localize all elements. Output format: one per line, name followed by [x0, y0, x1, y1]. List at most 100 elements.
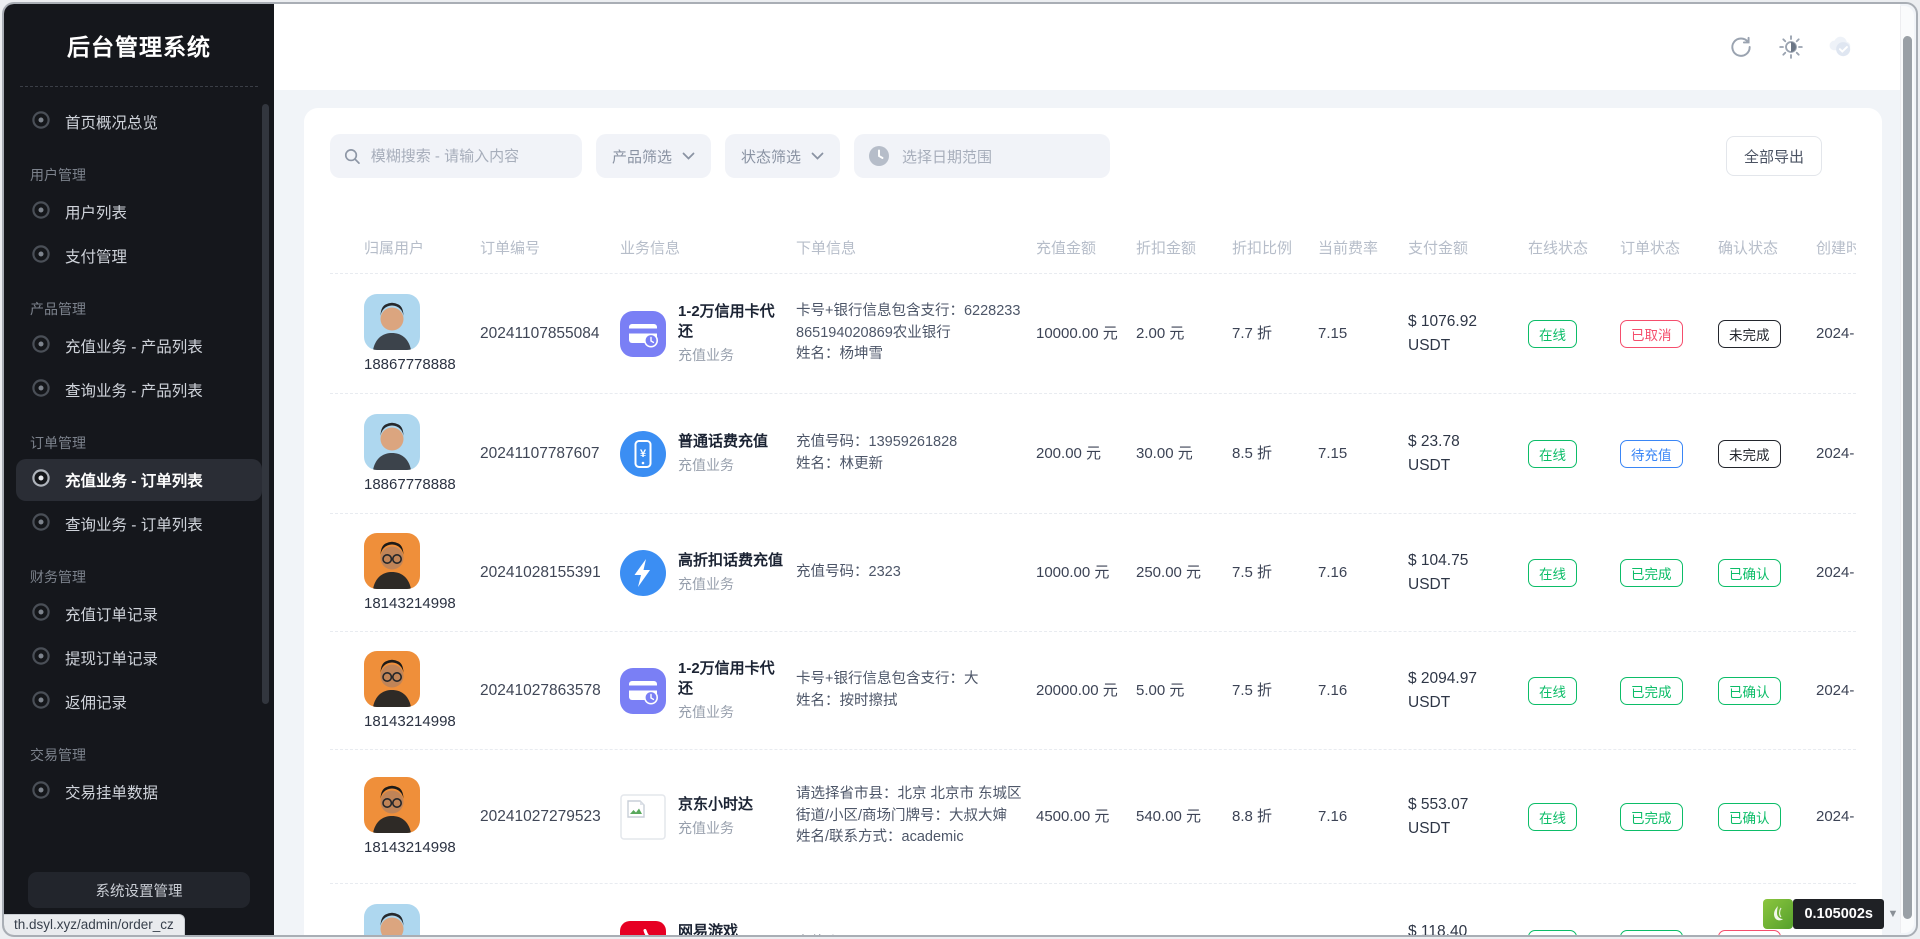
- order-number: 20241027863578: [480, 682, 620, 700]
- product-filter-select[interactable]: 产品筛选: [596, 134, 711, 178]
- credit-card-icon: [620, 668, 666, 714]
- sidebar-item[interactable]: 查询业务 - 产品列表: [16, 369, 262, 411]
- product-cell: 京东小时达充值业务: [620, 794, 796, 840]
- product-cell: 网易游戏充值业务: [620, 921, 796, 938]
- order-number: 20241107787607: [480, 445, 620, 463]
- current-rate: 7.16: [1318, 680, 1408, 702]
- online-status-badge-cell: 在线: [1528, 440, 1620, 468]
- confirm-status-badge: 已确认: [1718, 559, 1781, 587]
- user-phone: 18867778888: [364, 356, 456, 373]
- verify-icon[interactable]: [1828, 34, 1854, 60]
- pay-currency: USDT: [1408, 573, 1520, 596]
- system-settings-button[interactable]: 系统设置管理: [28, 872, 250, 908]
- column-header: 确认状态: [1718, 237, 1816, 258]
- order-info-cell: 充值号码：13959261828姓名：林更新: [796, 432, 1036, 476]
- discount-amount: 30.00 元: [1136, 443, 1232, 465]
- created-time: 2024-: [1816, 325, 1856, 342]
- orders-table: 归属用户订单编号业务信息下单信息充值金额折扣金额折扣比例当前费率支付金额在线状态…: [330, 222, 1856, 937]
- perf-leaf-icon: [1763, 899, 1793, 929]
- product-name: 高折扣话费充值: [678, 551, 783, 571]
- sidebar-item[interactable]: 提现订单记录: [16, 637, 262, 679]
- status-filter-select[interactable]: 状态筛选: [725, 134, 840, 178]
- svg-text:¥: ¥: [640, 448, 647, 460]
- sidebar-item-label: 支付管理: [65, 245, 127, 267]
- product-text: 网易游戏充值业务: [678, 922, 738, 937]
- theme-icon[interactable]: [1778, 34, 1804, 60]
- online-status-badge-cell: 在线: [1528, 803, 1620, 831]
- online-status-badge: 在线: [1528, 559, 1577, 587]
- discount-ratio: 7.5 折: [1232, 680, 1318, 702]
- sidebar-item[interactable]: 首页概况总览: [16, 101, 262, 143]
- pay-amount: $ 2094.97: [1408, 667, 1520, 690]
- sidebar-item[interactable]: 返佣记录: [16, 681, 262, 723]
- product-name: 1-2万信用卡代还: [678, 302, 788, 343]
- sidebar-scrollbar-thumb[interactable]: [262, 104, 269, 704]
- sidebar-item[interactable]: 充值订单记录: [16, 593, 262, 635]
- product-category: 充值业务: [678, 455, 768, 475]
- date-range-picker[interactable]: 选择日期范围: [854, 134, 1110, 178]
- search-input[interactable]: [371, 148, 568, 165]
- table-row: 1886777888820241026096687网易游戏充值业务充值账号：58…: [330, 884, 1856, 937]
- table-row: 18143214998202410278635781-2万信用卡代还充值业务卡号…: [330, 632, 1856, 750]
- pay-amount-cell: $ 1076.92USDT: [1408, 310, 1528, 357]
- sidebar-group-label: 产品管理: [30, 299, 248, 319]
- page-scrollbar-thumb[interactable]: [1903, 36, 1912, 919]
- bullseye-icon: [30, 333, 52, 360]
- product-category: 充值业务: [678, 818, 753, 838]
- sidebar-item[interactable]: 充值业务 - 产品列表: [16, 325, 262, 367]
- bullseye-icon: [30, 467, 52, 494]
- user-phone: 18143214998: [364, 595, 456, 612]
- column-header: 业务信息: [620, 237, 796, 258]
- online-status-badge: 在线: [1528, 440, 1577, 468]
- column-header: 创建时间: [1816, 237, 1856, 258]
- bullseye-icon: [30, 109, 52, 136]
- confirm-status-badge-cell: 未收到: [1718, 930, 1816, 938]
- order-status-badge-cell: 已完成: [1620, 677, 1718, 705]
- sidebar-item[interactable]: 用户列表: [16, 191, 262, 233]
- order-status-badge: 已完成: [1620, 677, 1683, 705]
- avatar: [364, 904, 420, 937]
- user-phone: 18143214998: [364, 713, 456, 730]
- order-info-line: 姓名：按时擦拭: [796, 691, 1028, 713]
- sidebar-item[interactable]: 交易挂单数据: [16, 771, 262, 813]
- order-info-line: 姓名：杨坤雪: [796, 344, 1028, 366]
- refresh-icon[interactable]: [1728, 34, 1754, 60]
- avatar: [364, 777, 420, 833]
- column-header: 折扣金额: [1136, 237, 1232, 258]
- sidebar-item[interactable]: 支付管理: [16, 235, 262, 277]
- confirm-status-badge-cell: 已确认: [1718, 803, 1816, 831]
- sidebar-item-label: 首页概况总览: [65, 111, 158, 133]
- clock-icon: [867, 144, 891, 168]
- sidebar-item[interactable]: 查询业务 - 订单列表: [16, 503, 262, 545]
- discount-ratio: 7.5 折: [1232, 562, 1318, 584]
- recharge-amount: 200.00 元: [1036, 443, 1136, 465]
- confirm-status-badge-cell: 已确认: [1718, 559, 1816, 587]
- current-rate: 7.16: [1318, 562, 1408, 584]
- browser-status-url: th.dsyl.xyz/admin/order_cz: [4, 914, 185, 935]
- export-all-button[interactable]: 全部导出: [1726, 136, 1822, 176]
- column-header: 在线状态: [1528, 237, 1620, 258]
- sidebar-item[interactable]: 充值业务 - 订单列表: [16, 459, 262, 501]
- pay-amount: $ 553.07: [1408, 793, 1520, 816]
- product-text: 1-2万信用卡代还充值业务: [678, 302, 788, 366]
- product-cell: 1-2万信用卡代还充值业务: [620, 659, 796, 723]
- order-status-badge-cell: 已完成: [1620, 930, 1718, 938]
- current-rate: 7.15: [1318, 443, 1408, 465]
- sidebar-item-label: 充值业务 - 订单列表: [65, 469, 203, 491]
- pay-amount-cell: $ 23.78USDT: [1408, 430, 1528, 477]
- order-info-line: 充值号码：13959261828: [796, 432, 1028, 454]
- bullseye-icon: [30, 511, 52, 538]
- user-cell: 18143214998: [364, 651, 480, 730]
- perf-timer-widget[interactable]: 0.105002s ▼: [1763, 899, 1900, 929]
- bullseye-icon: [30, 377, 52, 404]
- user-cell: 18143214998: [364, 533, 480, 612]
- avatar: [364, 533, 420, 589]
- perf-dropdown-arrow-icon[interactable]: ▼: [1886, 907, 1900, 921]
- sidebar-menu: 首页概况总览用户管理用户列表支付管理产品管理充值业务 - 产品列表查询业务 - …: [4, 93, 274, 813]
- credit-card-icon: [620, 311, 666, 357]
- sidebar-group-label: 交易管理: [30, 745, 248, 765]
- product-name: 京东小时达: [678, 795, 753, 815]
- status-filter-label: 状态筛选: [741, 146, 801, 167]
- discount-ratio: 8.8 折: [1232, 806, 1318, 828]
- order-number: 20241026096687: [480, 935, 620, 938]
